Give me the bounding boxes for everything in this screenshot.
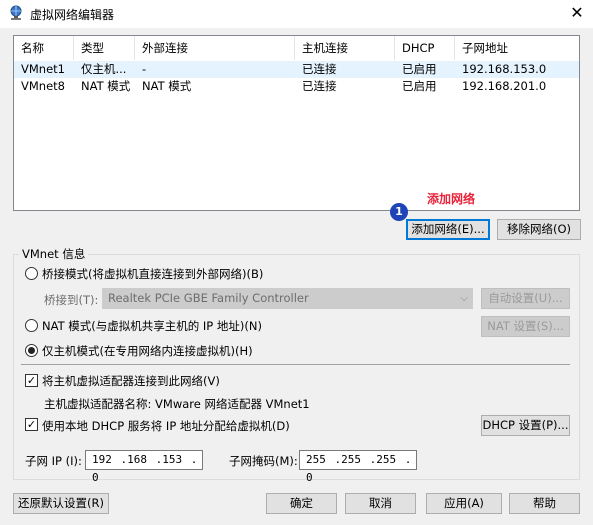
- adapter-name-text: 主机虚拟适配器名称: VMware 网络适配器 VMnet1: [44, 397, 310, 411]
- bridge-to-label: 桥接到(T):: [44, 293, 99, 307]
- dhcp-settings-button[interactable]: DHCP 设置(P)...: [481, 415, 570, 436]
- connect-adapter-label[interactable]: 将主机虚拟适配器连接到此网络(V): [42, 373, 220, 389]
- chevron-down-icon: ⌵: [460, 293, 468, 304]
- restore-defaults-button[interactable]: 还原默认设置(R): [13, 493, 109, 514]
- table-cell: VMnet8: [21, 79, 65, 93]
- table-cell: 仅主机...: [81, 62, 127, 76]
- column-header-external[interactable]: 外部连接: [135, 36, 295, 60]
- use-dhcp-label[interactable]: 使用本地 DHCP 服务将 IP 地址分配给虚拟机(D): [42, 418, 290, 434]
- host-only-mode-label[interactable]: 仅主机模式(在专用网络内连接虚拟机)(H): [42, 343, 253, 359]
- divider: [21, 364, 570, 365]
- table-cell: 192.168.201.0: [462, 79, 547, 93]
- nat-mode-label[interactable]: NAT 模式(与虚拟机共享主机的 IP 地址)(N): [42, 318, 262, 334]
- group-title: VMnet 信息: [19, 246, 89, 262]
- annotation-callout: 添加网络: [427, 192, 476, 206]
- apply-button[interactable]: 应用(A): [426, 493, 502, 514]
- nat-settings-button[interactable]: NAT 设置(S)...: [481, 316, 570, 337]
- radio-selected-dot: [28, 347, 35, 354]
- table-row[interactable]: VMnet1 仅主机... - 已连接 已启用 192.168.153.0: [14, 61, 579, 78]
- host-only-mode-radio[interactable]: [25, 344, 38, 357]
- table-row[interactable]: VMnet8 NAT 模式 NAT 模式 已连接 已启用 192.168.201…: [14, 78, 579, 95]
- cancel-button[interactable]: 取消: [345, 493, 416, 514]
- table-cell: 已启用: [402, 79, 437, 93]
- nat-mode-radio[interactable]: [25, 319, 38, 332]
- title-bar: 虚拟网络编辑器 ✕: [0, 0, 593, 28]
- subnet-mask-label: 子网掩码(M):: [229, 454, 298, 468]
- table-cell: 已连接: [302, 62, 337, 76]
- ok-button[interactable]: 确定: [266, 493, 337, 514]
- bridge-to-value: Realtek PCIe GBE Family Controller: [108, 291, 309, 305]
- auto-settings-button[interactable]: 自动设置(U)...: [481, 288, 570, 309]
- table-cell: NAT 模式: [81, 79, 131, 93]
- help-button[interactable]: 帮助: [509, 493, 580, 514]
- subnet-mask-field[interactable]: 255 .255 .255 . 0: [299, 450, 417, 484]
- add-network-button[interactable]: 添加网络(E)...: [406, 219, 490, 240]
- subnet-ip-field[interactable]: 192 .168 .153 . 0: [85, 450, 203, 484]
- connect-adapter-checkbox[interactable]: ✓: [25, 374, 38, 387]
- table-cell: 192.168.153.0: [462, 62, 547, 76]
- use-dhcp-checkbox[interactable]: ✓: [25, 418, 38, 431]
- table-cell: -: [142, 62, 147, 76]
- bridged-mode-label[interactable]: 桥接模式(将虚拟机直接连接到外部网络)(B): [42, 266, 263, 282]
- table-cell: 已启用: [402, 62, 437, 76]
- table-cell: 已连接: [302, 79, 337, 93]
- column-header-type[interactable]: 类型: [74, 36, 135, 60]
- network-globe-icon: [8, 5, 24, 21]
- table-cell: NAT 模式: [142, 79, 192, 93]
- network-list[interactable]: 名称 类型 外部连接 主机连接 DHCP 子网地址 VMnet1 仅主机... …: [13, 35, 580, 211]
- bridge-to-select[interactable]: Realtek PCIe GBE Family Controller ⌵: [102, 288, 473, 309]
- bridged-mode-radio[interactable]: [25, 267, 38, 280]
- column-header-dhcp[interactable]: DHCP: [395, 36, 455, 60]
- column-header-subnet[interactable]: 子网地址: [455, 36, 579, 60]
- close-icon[interactable]: ✕: [566, 2, 588, 24]
- column-header-host[interactable]: 主机连接: [295, 36, 395, 60]
- table-cell: VMnet1: [21, 62, 65, 76]
- column-header-name[interactable]: 名称: [14, 36, 74, 60]
- subnet-ip-label: 子网 IP (I):: [25, 454, 82, 468]
- window-title: 虚拟网络编辑器: [30, 8, 115, 22]
- remove-network-button[interactable]: 移除网络(O): [497, 219, 581, 240]
